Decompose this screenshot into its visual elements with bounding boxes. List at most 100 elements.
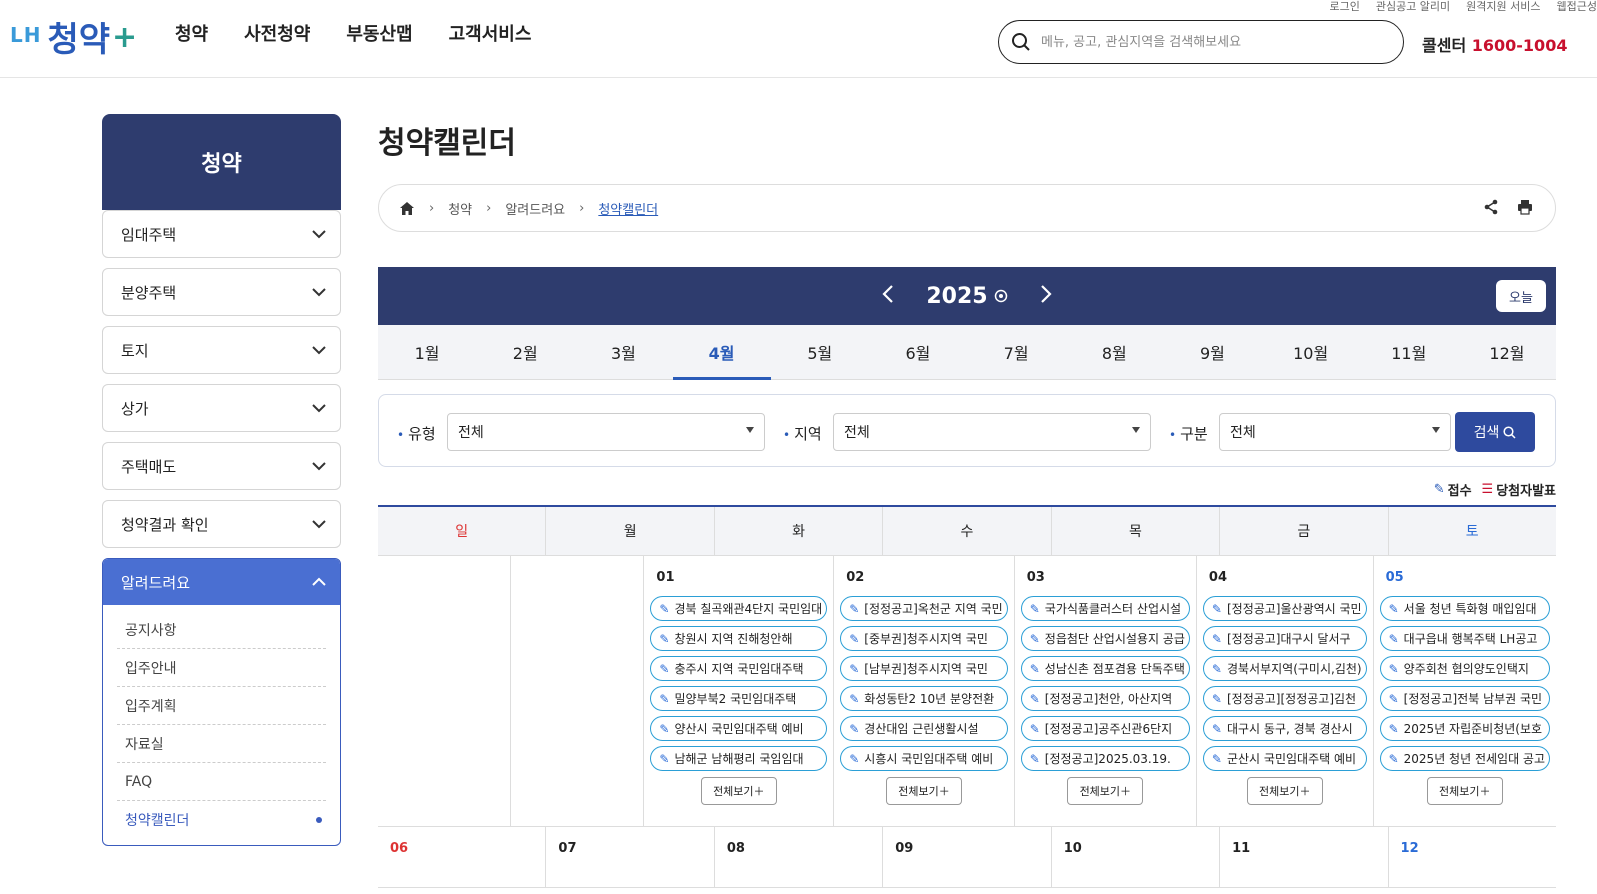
sub-item-archive[interactable]: 자료실 xyxy=(117,725,326,763)
sidebar-item-results[interactable]: 청약결과 확인 xyxy=(102,500,341,548)
gnb-item-pre-subscription[interactable]: 사전청약 xyxy=(244,20,310,46)
pencil-icon: ✎ xyxy=(659,631,670,646)
event-item[interactable]: ✎ 2025년 청년 전세임대 공고 xyxy=(1379,746,1550,771)
event-item[interactable]: ✎ 충주시 지역 국민임대주택 xyxy=(650,656,828,681)
event-item[interactable]: ✎ 경북서부지역(구미시,김천) xyxy=(1202,656,1367,681)
event-item[interactable]: ✎ [정정공고]옥천군 지역 국민 xyxy=(840,596,1008,621)
sidebar-item-sale-housing[interactable]: 분양주택 xyxy=(102,268,341,316)
event-item[interactable]: ✎ [정정공고]공주신관6단지 xyxy=(1020,716,1190,741)
view-all-button[interactable]: 전체보기 ＋ xyxy=(1426,777,1503,805)
event-item[interactable]: ✎ 정읍첨단 산업시설용지 공급 xyxy=(1020,626,1190,651)
next-year-button[interactable] xyxy=(1028,282,1064,310)
event-item[interactable]: ✎ [정정공고][정정공고]김천 xyxy=(1202,686,1367,711)
event-item[interactable]: ✎ 성남신촌 점포겸용 단독주택 xyxy=(1020,656,1190,681)
event-list: ✎ [정정공고]울산광역시 국민 ✎ [정정공고]대구시 달서구 ✎ 경북서부지역(구미시… xyxy=(1202,596,1367,771)
event-item[interactable]: ✎ [정정공고]울산광역시 국민 xyxy=(1202,596,1367,621)
event-item[interactable]: ✎ 시흥시 국민임대주택 예비 xyxy=(840,746,1008,771)
event-item[interactable]: ✎ 대구시 동구, 경북 경산시 xyxy=(1202,716,1367,741)
event-item[interactable]: ✎ 화성동탄2 10년 분양전환 xyxy=(840,686,1008,711)
sidebar-item-house-sale[interactable]: 주택매도 xyxy=(102,442,341,490)
filter-search-button[interactable]: 검색 xyxy=(1455,412,1535,452)
calendar-day xyxy=(511,556,645,826)
view-all-button[interactable]: 전체보기 ＋ xyxy=(1067,777,1144,805)
pencil-icon: ✎ xyxy=(849,631,860,646)
prev-year-button[interactable] xyxy=(870,282,906,310)
login-link[interactable]: 로그인 xyxy=(1329,0,1359,14)
home-icon[interactable] xyxy=(399,201,415,216)
type-select[interactable]: 전체 xyxy=(447,413,765,451)
event-item[interactable]: ✎ 양산시 국민임대주택 예비 xyxy=(650,716,828,741)
month-tab[interactable]: 2월 xyxy=(476,325,574,379)
remote-support-link[interactable]: 원격지원 서비스 xyxy=(1466,0,1540,14)
sidebar-item-rental-housing[interactable]: 임대주택 xyxy=(102,210,341,258)
breadcrumb-current[interactable]: 청약캘린더 xyxy=(598,199,658,218)
breadcrumb-item[interactable]: 알려드려요 xyxy=(505,199,565,218)
event-item[interactable]: ✎ [남부권]청주시지역 국민 xyxy=(840,656,1008,681)
event-item[interactable]: ✎ 2025년 자립준비청년(보호 xyxy=(1379,716,1550,741)
event-item[interactable]: ✎ 군산시 국민임대주택 예비 xyxy=(1202,746,1367,771)
year-display[interactable]: 2025 xyxy=(926,284,1007,309)
month-tab[interactable]: 8월 xyxy=(1065,325,1163,379)
sidebar-item-notice[interactable]: 알려드려요 xyxy=(103,559,340,605)
share-icon[interactable] xyxy=(1483,199,1499,219)
interest-alert-link[interactable]: 관심공고 알리미 xyxy=(1376,0,1450,14)
event-item[interactable]: ✎ 대구읍내 행복주택 LH공고 xyxy=(1379,626,1550,651)
event-item[interactable]: ✎ 경산대임 근린생활시설 xyxy=(840,716,1008,741)
search-box xyxy=(998,20,1404,64)
month-tab[interactable]: 4월 xyxy=(672,325,771,380)
sidebar-item-commercial[interactable]: 상가 xyxy=(102,384,341,432)
event-item[interactable]: ✎ 서울 청년 특화형 매입임대 xyxy=(1379,596,1550,621)
gnb-item-subscription[interactable]: 청약 xyxy=(175,20,208,46)
sidebar-item-label: 알려드려요 xyxy=(121,573,191,592)
circle-dot-icon xyxy=(994,289,1007,303)
legend: ✎ 접수 ☰ 당첨자발표 xyxy=(1434,480,1556,499)
category-select[interactable]: 전체 xyxy=(1219,413,1451,451)
accessibility-link[interactable]: 웹접근성 xyxy=(1557,0,1597,14)
event-item[interactable]: ✎ [정정공고]천안, 아산지역 xyxy=(1020,686,1190,711)
sub-item-move-in-guide[interactable]: 입주안내 xyxy=(117,649,326,687)
sidebar-item-land[interactable]: 토지 xyxy=(102,326,341,374)
today-button[interactable]: 오늘 xyxy=(1496,280,1546,312)
event-item[interactable]: ✎ 남해군 남해평리 국임임대 xyxy=(650,746,828,771)
callcenter-number[interactable]: 1600-1004 xyxy=(1472,36,1568,55)
search-icon[interactable] xyxy=(1011,32,1031,52)
sub-item-move-in-plan[interactable]: 입주계획 xyxy=(117,687,326,725)
region-select[interactable]: 전체 xyxy=(833,413,1151,451)
event-item[interactable]: ✎ 밀양부북2 국민임대주택 xyxy=(650,686,828,711)
event-item[interactable]: ✎ 경북 칠곡왜관4단지 국민임대 xyxy=(650,596,828,621)
month-tab[interactable]: 5월 xyxy=(771,325,869,379)
month-tab[interactable]: 6월 xyxy=(869,325,967,379)
event-item[interactable]: ✎ [정정공고]전북 남부권 국민 xyxy=(1379,686,1550,711)
sub-item-notices[interactable]: 공지사항 xyxy=(117,611,326,649)
gnb-item-customer-service[interactable]: 고객서비스 xyxy=(449,20,532,46)
event-item[interactable]: ✎ [정정공고]대구시 달서구 xyxy=(1202,626,1367,651)
breadcrumb-item[interactable]: 청약 xyxy=(448,199,472,218)
view-all-button[interactable]: 전체보기 ＋ xyxy=(700,777,777,805)
month-tab[interactable]: 7월 xyxy=(967,325,1065,379)
month-tab[interactable]: 9월 xyxy=(1163,325,1261,379)
sidebar-item-label: 분양주택 xyxy=(121,283,177,302)
event-item[interactable]: ✎ [중부권]청주시지역 국민 xyxy=(840,626,1008,651)
event-item[interactable]: ✎ 창원시 지역 진해청안해 xyxy=(650,626,828,651)
event-item[interactable]: ✎ 국가식품클러스터 산업시설 xyxy=(1020,596,1190,621)
sub-item-calendar[interactable]: 청약캘린더 xyxy=(117,801,326,839)
sub-item-faq[interactable]: FAQ xyxy=(117,763,326,801)
event-item[interactable]: ✎ 양주회천 협의양도인택지 xyxy=(1379,656,1550,681)
month-tab[interactable]: 3월 xyxy=(574,325,672,379)
month-tab[interactable]: 10월 xyxy=(1262,325,1360,379)
view-all-button[interactable]: 전체보기 ＋ xyxy=(1246,777,1323,805)
month-tab[interactable]: 11월 xyxy=(1360,325,1458,379)
event-list: ✎ 국가식품클러스터 산업시설 ✎ 정읍첨단 산업시설용지 공급 ✎ 성남신촌 점포겸용 … xyxy=(1020,596,1190,771)
logo[interactable]: LH 청약 + xyxy=(10,12,137,61)
print-icon[interactable] xyxy=(1517,199,1533,219)
month-tab[interactable]: 12월 xyxy=(1458,325,1556,379)
search-input[interactable] xyxy=(1041,34,1361,50)
event-title: 대구시 동구, 경북 경산시 xyxy=(1226,722,1353,736)
event-item[interactable]: ✎ [정정공고]2025.03.19. xyxy=(1020,746,1190,771)
month-tab[interactable]: 1월 xyxy=(378,325,476,379)
gnb-item-realestate-map[interactable]: 부동산맵 xyxy=(346,20,412,46)
sidebar-item-label: 청약결과 확인 xyxy=(121,515,209,534)
pencil-icon: ✎ xyxy=(1388,751,1399,766)
calendar-day: 10 xyxy=(1052,827,1221,887)
view-all-button[interactable]: 전체보기 ＋ xyxy=(885,777,962,805)
